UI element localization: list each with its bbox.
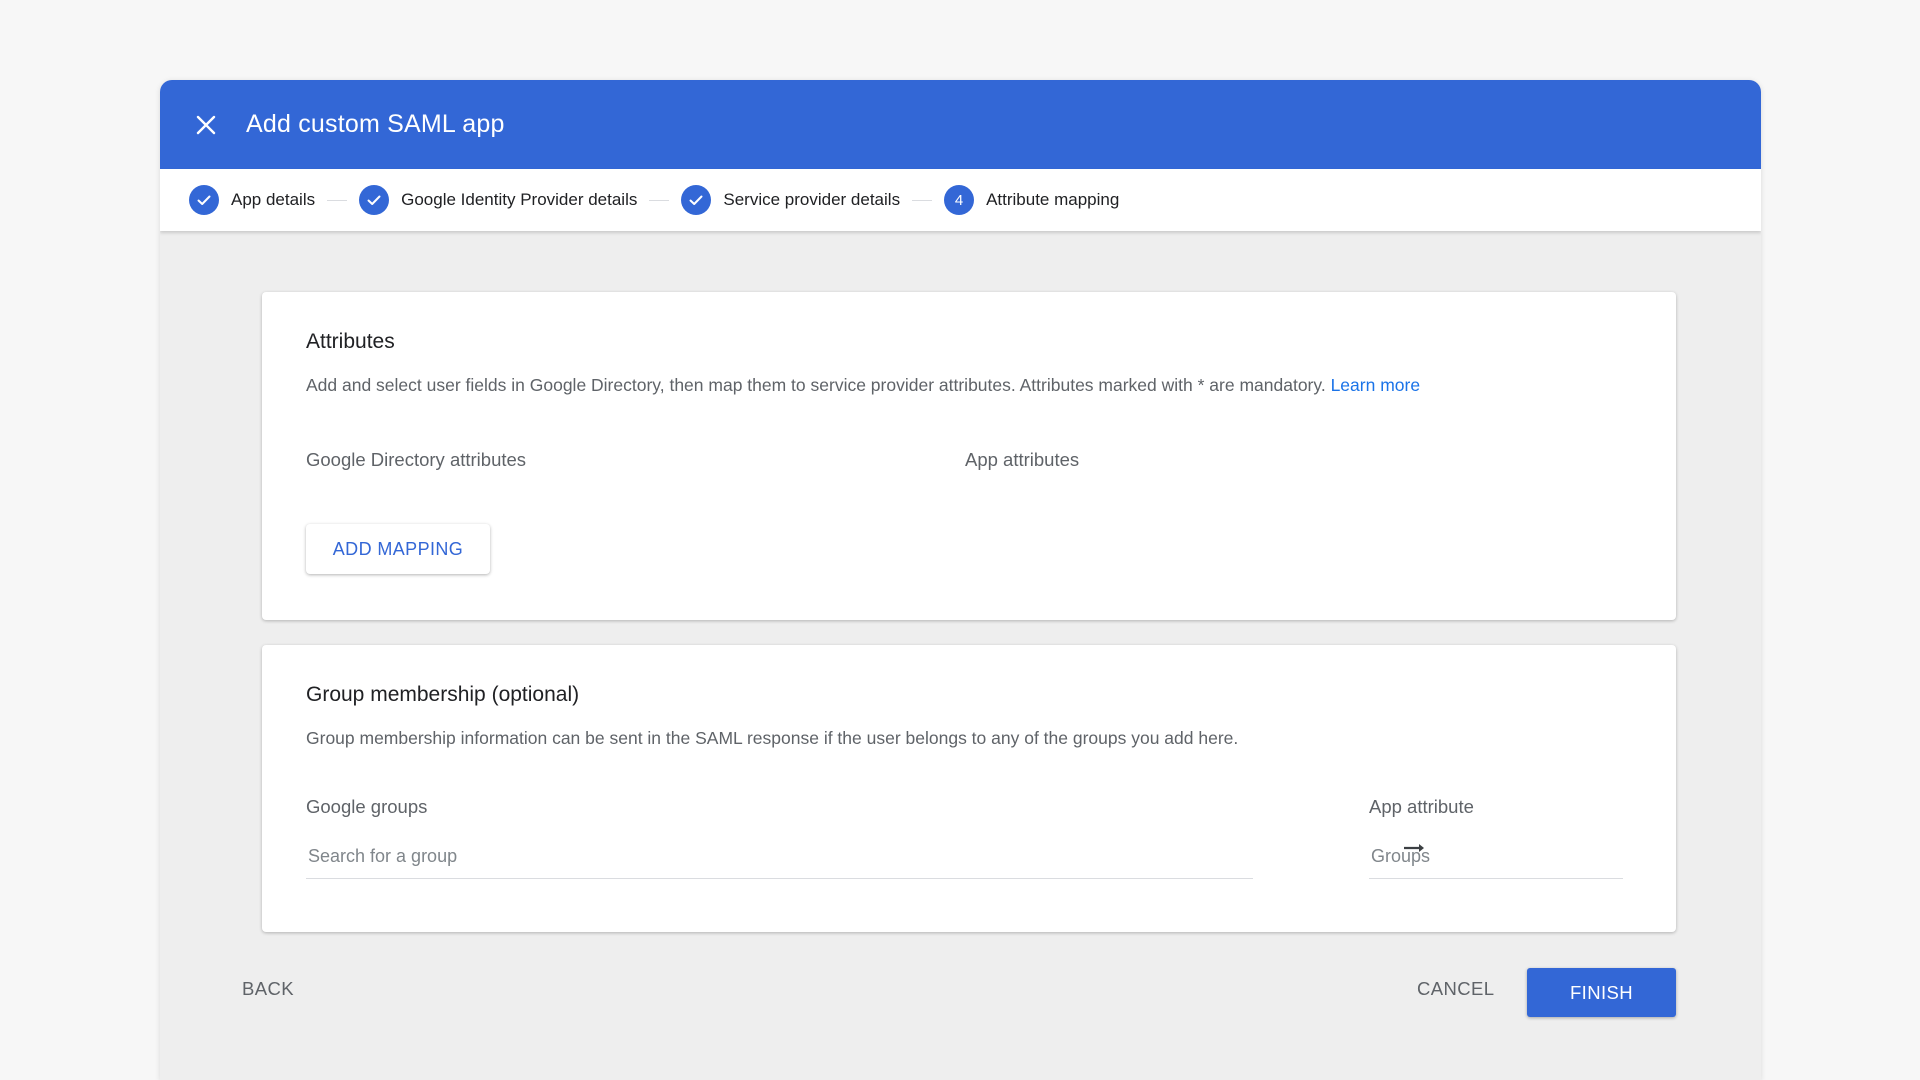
step-number: 4 — [944, 185, 975, 215]
check-icon — [681, 185, 712, 215]
add-saml-app-dialog: Add custom SAML app App details Google I… — [160, 80, 1761, 1080]
step-google-idp-details[interactable]: Google Identity Provider details — [359, 185, 637, 215]
attributes-description: Add and select user fields in Google Dir… — [306, 375, 1420, 396]
col-google-directory-attributes: Google Directory attributes — [306, 449, 527, 470]
group-membership-title: Group membership (optional) — [306, 683, 580, 706]
col-app-attributes: App attributes — [965, 449, 1080, 470]
group-membership-card: Group membership (optional) Group member… — [262, 645, 1676, 932]
close-icon[interactable] — [188, 107, 224, 143]
group-search-input[interactable] — [306, 843, 1253, 879]
col-google-groups: Google groups — [306, 796, 428, 817]
attributes-title: Attributes — [306, 330, 395, 353]
step-label: Service provider details — [723, 190, 901, 209]
app-attribute-input[interactable] — [1369, 843, 1623, 879]
step-label: Attribute mapping — [986, 190, 1120, 209]
check-icon — [189, 185, 219, 215]
cancel-button[interactable]: CANCEL — [1417, 978, 1494, 1000]
step-app-details[interactable]: App details — [189, 185, 315, 215]
finish-button[interactable]: FINISH — [1527, 968, 1676, 1017]
learn-more-link[interactable]: Learn more — [1331, 375, 1421, 395]
step-connector — [649, 199, 670, 201]
add-mapping-button[interactable]: ADD MAPPING — [306, 524, 490, 574]
stepper: App details Google Identity Provider det… — [160, 169, 1761, 231]
attributes-card: Attributes Add and select user fields in… — [262, 292, 1676, 620]
step-attribute-mapping[interactable]: 4 Attribute mapping — [944, 185, 1119, 215]
back-button[interactable]: BACK — [242, 978, 294, 1000]
dialog-header: Add custom SAML app — [160, 80, 1761, 169]
check-icon — [359, 185, 390, 215]
step-label: Google Identity Provider details — [401, 190, 638, 209]
dialog-title: Add custom SAML app — [246, 110, 505, 138]
step-service-provider-details[interactable]: Service provider details — [681, 185, 900, 215]
step-connector — [327, 199, 348, 201]
group-membership-description: Group membership information can be sent… — [306, 728, 1239, 748]
attributes-description-text: Add and select user fields in Google Dir… — [306, 375, 1326, 395]
step-label: App details — [231, 190, 316, 209]
step-connector — [912, 199, 933, 201]
col-app-attribute: App attribute — [1369, 796, 1474, 817]
